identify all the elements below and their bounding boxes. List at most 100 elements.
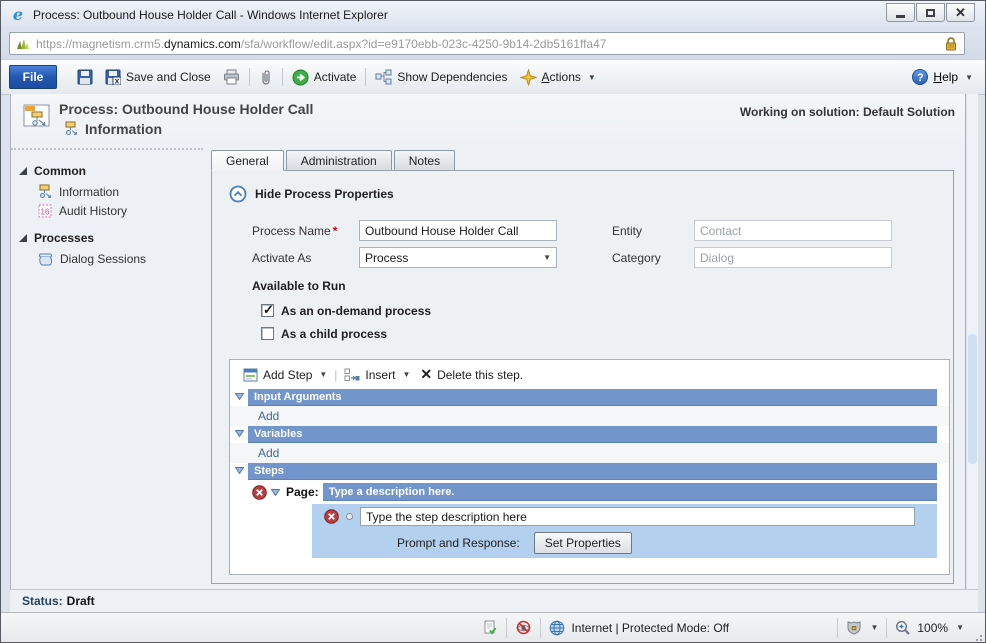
tab-administration[interactable]: Administration	[286, 150, 392, 171]
steps-bar[interactable]: Steps	[248, 463, 937, 480]
save-button[interactable]	[71, 65, 99, 89]
sidebar-item-dialog-sessions[interactable]: Dialog Sessions	[11, 249, 203, 268]
insert-button[interactable]: Insert▼	[339, 368, 415, 382]
add-step-icon	[243, 368, 258, 382]
tracking-protection-button[interactable]	[515, 620, 532, 635]
add-input-argument-link[interactable]: Add	[258, 409, 279, 423]
maximize-button[interactable]	[916, 3, 945, 22]
show-dependencies-button[interactable]: Show Dependencies	[369, 65, 513, 89]
variables-add-row: Add	[230, 443, 949, 463]
add-variable-link[interactable]: Add	[258, 446, 279, 460]
process-header-icon	[23, 102, 51, 130]
page-check-icon	[483, 620, 498, 635]
zoom-level: 100%	[917, 621, 948, 635]
process-name-label: Process Name*	[252, 224, 359, 238]
child-process-checkbox[interactable]	[261, 327, 274, 340]
chevron-down-icon: ▼	[870, 623, 878, 632]
file-button[interactable]: File	[9, 65, 57, 89]
child-process-checkbox-row[interactable]: As a child process	[212, 322, 953, 345]
svg-text:x: x	[115, 77, 120, 86]
section-chevron-icon[interactable]	[235, 393, 244, 400]
lock-icon[interactable]	[944, 36, 958, 52]
ie-logo-icon: e	[9, 6, 27, 24]
section-chevron-icon[interactable]	[271, 489, 280, 496]
activate-as-label: Activate As	[252, 251, 359, 265]
chevron-down-icon: ▼	[956, 623, 964, 632]
available-to-run-label: Available to Run	[212, 279, 953, 299]
set-properties-button[interactable]: Set Properties	[534, 532, 632, 554]
prompt-response-label: Prompt and Response:	[397, 536, 520, 550]
variables-bar[interactable]: Variables	[248, 426, 937, 443]
delete-step-icon[interactable]	[252, 485, 267, 500]
save-and-close-icon: x	[105, 69, 121, 85]
resize-grip[interactable]	[970, 625, 982, 637]
process-status-bar: Status: Draft	[10, 589, 978, 612]
section-chevron-icon[interactable]	[235, 467, 244, 474]
crm-page: Process: Outbound House Holder Call Info…	[10, 94, 966, 589]
dialog-sessions-scroll-icon	[37, 251, 54, 267]
activate-button[interactable]: Activate	[286, 65, 363, 89]
tab-notes[interactable]: Notes	[394, 150, 455, 171]
collapse-triangle-icon	[19, 234, 27, 242]
delete-step-icon[interactable]	[324, 509, 339, 524]
ie-status-bar: Internet | Protected Mode: Off ▼ 100% ▼	[1, 612, 985, 642]
no-tracking-eye-icon	[515, 620, 532, 635]
chevron-down-icon: ▼	[543, 253, 551, 262]
actions-button[interactable]: Actions ▼	[514, 65, 602, 89]
page-report-button[interactable]	[483, 620, 498, 635]
close-button[interactable]: ✕	[946, 3, 975, 22]
chevron-up-circle-icon	[229, 185, 247, 203]
window-title: Process: Outbound House Holder Call - Wi…	[33, 8, 388, 22]
process-name-input[interactable]	[359, 220, 557, 241]
print-button[interactable]	[217, 65, 246, 89]
prompt-step-panel: Prompt and Response: Set Properties	[312, 504, 937, 558]
security-settings-button[interactable]: ▼	[846, 620, 878, 635]
print-icon	[223, 69, 240, 85]
shield-lock-icon	[846, 620, 862, 635]
category-label: Category	[612, 251, 694, 265]
activate-icon	[292, 69, 309, 86]
page-label: Page:	[286, 485, 319, 499]
on-demand-checkbox-row[interactable]: As an on-demand process	[212, 299, 953, 322]
attach-button[interactable]	[253, 65, 279, 89]
delete-x-icon: ✕	[420, 366, 432, 383]
globe-icon	[549, 620, 565, 636]
hide-process-properties-toggle[interactable]: Hide Process Properties	[229, 185, 953, 203]
page-title: Process: Outbound House Holder Call	[59, 101, 313, 117]
zone-text: Internet | Protected Mode: Off	[571, 621, 729, 635]
tab-general[interactable]: General	[211, 150, 284, 171]
sidebar-group-common[interactable]: Common	[11, 162, 203, 180]
activate-as-select[interactable]: Process ▼	[359, 247, 557, 268]
ribbon-toolbar: File x Save and Close	[1, 59, 985, 95]
on-demand-checkbox[interactable]	[261, 304, 274, 317]
zoom-magnifier-icon	[895, 620, 911, 636]
delete-step-button[interactable]: ✕ Delete this step.	[415, 366, 528, 383]
page-scrollbar[interactable]	[967, 94, 978, 589]
general-tab-panel: Hide Process Properties Process Name* En…	[211, 170, 954, 584]
collapse-triangle-icon	[19, 167, 27, 175]
section-chevron-icon[interactable]	[235, 430, 244, 437]
help-icon: ?	[912, 69, 928, 85]
security-zone[interactable]: Internet | Protected Mode: Off	[549, 620, 829, 636]
add-step-button[interactable]: Add Step▼	[238, 368, 332, 382]
input-arguments-bar[interactable]: Input Arguments	[248, 389, 937, 406]
zoom-control[interactable]: 100% ▼	[895, 620, 964, 636]
actions-icon	[520, 69, 537, 86]
save-and-close-button[interactable]: x Save and Close	[99, 65, 217, 89]
address-input[interactable]: https://magnetism.crm5.dynamics.com/sfa/…	[9, 32, 965, 55]
svg-text:16: 16	[41, 207, 50, 216]
working-solution-label: Working on solution: Default Solution	[740, 105, 955, 119]
step-description-input[interactable]	[360, 507, 915, 526]
sidebar-group-processes[interactable]: Processes	[11, 229, 203, 247]
tab-strip: General Administration Notes	[211, 150, 455, 171]
sidebar-item-audit-history[interactable]: 16 Audit History	[11, 201, 203, 220]
step-select-bullet[interactable]	[346, 513, 353, 520]
help-button[interactable]: ? Help ▼	[912, 69, 973, 85]
status-value: Draft	[67, 594, 95, 608]
scrollbar-thumb[interactable]	[968, 334, 977, 464]
dependencies-icon	[375, 69, 392, 85]
sidebar-item-information[interactable]: Information	[11, 182, 203, 201]
paperclip-icon	[259, 69, 273, 86]
page-description-bar[interactable]: Type a description here.	[323, 483, 937, 501]
minimize-button[interactable]	[886, 3, 915, 22]
